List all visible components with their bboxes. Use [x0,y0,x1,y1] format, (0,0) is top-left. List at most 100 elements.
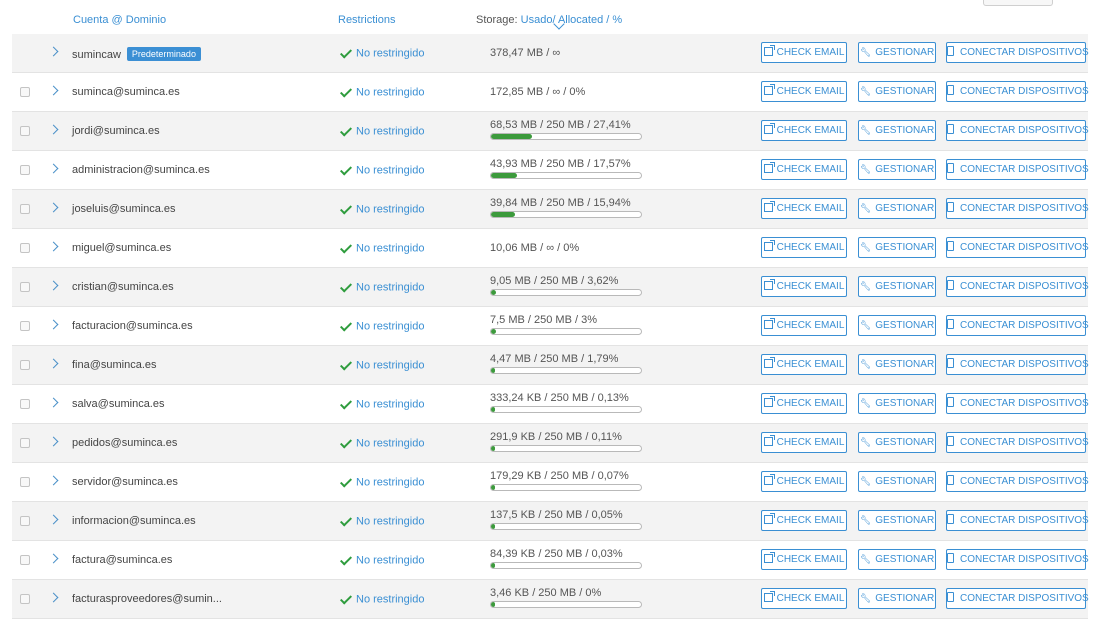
mobile-device-icon [947,397,954,407]
manage-button[interactable]: 🔧︎ GESTIONAR [858,510,936,531]
row-checkbox[interactable] [20,399,30,409]
check-email-button[interactable]: CHECK EMAIL [761,354,847,375]
expand-chevron-icon[interactable] [48,592,59,603]
manage-button[interactable]: 🔧︎ GESTIONAR [858,81,936,102]
manage-button[interactable]: 🔧︎ GESTIONAR [858,42,936,63]
check-email-label: CHECK EMAIL [776,593,845,604]
connect-devices-button[interactable]: CONECTAR DISPOSITIVOS [946,432,1089,453]
check-email-button[interactable]: CHECK EMAIL [761,42,847,63]
table-row: miguel@suminca.es No restringido 10,06 MB … [12,229,1089,268]
restriction-label: No restringido [356,398,425,411]
check-email-button[interactable]: CHECK EMAIL [761,393,847,414]
storage-value: 378,47 MB / ∞ [490,47,561,59]
manage-button[interactable]: 🔧︎ GESTIONAR [858,471,936,492]
table-row: cristian@suminca.es No restringido 9,05 MB… [12,268,1089,307]
row-checkbox[interactable] [20,165,30,175]
connect-devices-button[interactable]: CONECTAR DISPOSITIVOS [946,315,1089,336]
check-email-button[interactable]: CHECK EMAIL [761,81,847,102]
row-checkbox[interactable] [20,516,30,526]
accounts-table: sumincaw Predeterminado No restringido 378,… [12,34,1089,619]
check-email-button[interactable]: CHECK EMAIL [761,198,847,219]
connect-devices-button[interactable]: CONECTAR DISPOSITIVOS [946,237,1089,258]
storage-progress-bar [490,328,642,335]
expand-chevron-icon[interactable] [48,280,59,291]
manage-button[interactable]: 🔧︎ GESTIONAR [858,120,936,141]
row-checkbox[interactable] [20,438,30,448]
connect-devices-label: CONECTAR DISPOSITIVOS [960,476,1089,487]
table-row: informacion@suminca.es No restringido 137,… [12,502,1089,541]
connect-devices-button[interactable]: CONECTAR DISPOSITIVOS [946,159,1089,180]
table-row: joseluis@suminca.es No restringido 39,84 M… [12,190,1089,229]
check-email-button[interactable]: CHECK EMAIL [761,276,847,297]
wrench-icon: 🔧︎ [859,554,872,564]
expand-chevron-icon[interactable] [48,124,59,135]
connect-devices-button[interactable]: CONECTAR DISPOSITIVOS [946,354,1089,375]
wrench-icon: 🔧︎ [859,359,872,369]
restriction-label: No restringido [356,86,425,99]
expand-chevron-icon[interactable] [48,397,59,408]
manage-button[interactable]: 🔧︎ GESTIONAR [858,315,936,336]
row-checkbox[interactable] [20,87,30,97]
row-checkbox[interactable] [20,204,30,214]
row-checkbox[interactable] [20,594,30,604]
account-name: joseluis@suminca.es [72,203,176,215]
expand-chevron-icon[interactable] [48,553,59,564]
connect-devices-button[interactable]: CONECTAR DISPOSITIVOS [946,198,1089,219]
check-email-button[interactable]: CHECK EMAIL [761,315,847,336]
row-checkbox[interactable] [20,477,30,487]
connect-devices-button[interactable]: CONECTAR DISPOSITIVOS [946,588,1089,609]
manage-button[interactable]: 🔧︎ GESTIONAR [858,393,936,414]
check-email-button[interactable]: CHECK EMAIL [761,159,847,180]
account-address: facturasproveedores@sumin... [72,593,222,605]
manage-button[interactable]: 🔧︎ GESTIONAR [858,432,936,453]
table-row: facturasproveedores@sumin... No restringi… [12,580,1089,619]
manage-label: GESTIONAR [875,242,935,253]
connect-devices-button[interactable]: CONECTAR DISPOSITIVOS [946,42,1089,63]
expand-chevron-icon[interactable] [48,358,59,369]
row-checkbox[interactable] [20,126,30,136]
manage-button[interactable]: 🔧︎ GESTIONAR [858,159,936,180]
row-checkbox[interactable] [20,555,30,565]
check-email-button[interactable]: CHECK EMAIL [761,120,847,141]
connect-devices-button[interactable]: CONECTAR DISPOSITIVOS [946,471,1089,492]
check-email-button[interactable]: CHECK EMAIL [761,549,847,570]
connect-devices-button[interactable]: CONECTAR DISPOSITIVOS [946,393,1089,414]
connect-devices-button[interactable]: CONECTAR DISPOSITIVOS [946,120,1089,141]
storage-progress-bar [490,562,642,569]
manage-button[interactable]: 🔧︎ GESTIONAR [858,588,936,609]
expand-chevron-icon[interactable] [48,85,59,96]
expand-chevron-icon[interactable] [48,319,59,330]
manage-button[interactable]: 🔧︎ GESTIONAR [858,198,936,219]
check-email-button[interactable]: CHECK EMAIL [761,588,847,609]
connect-devices-button[interactable]: CONECTAR DISPOSITIVOS [946,276,1089,297]
sort-used-link[interactable]: Usado [521,14,553,26]
row-checkbox[interactable] [20,282,30,292]
row-checkbox[interactable] [20,243,30,253]
connect-devices-button[interactable]: CONECTAR DISPOSITIVOS [946,510,1089,531]
manage-button[interactable]: 🔧︎ GESTIONAR [858,354,936,375]
check-email-button[interactable]: CHECK EMAIL [761,432,847,453]
connect-devices-button[interactable]: CONECTAR DISPOSITIVOS [946,81,1089,102]
expand-chevron-icon[interactable] [48,241,59,252]
connect-devices-label: CONECTAR DISPOSITIVOS [960,593,1089,604]
expand-chevron-icon[interactable] [48,163,59,174]
expand-chevron-icon[interactable] [48,202,59,213]
expand-chevron-icon[interactable] [48,436,59,447]
row-checkbox[interactable] [20,360,30,370]
check-email-button[interactable]: CHECK EMAIL [761,471,847,492]
expand-chevron-icon[interactable] [48,475,59,486]
expand-chevron-icon[interactable] [48,514,59,525]
connect-devices-button[interactable]: CONECTAR DISPOSITIVOS [946,549,1089,570]
check-email-button[interactable]: CHECK EMAIL [761,510,847,531]
restrictions-column-header[interactable]: Restrictions [338,14,395,26]
manage-button[interactable]: 🔧︎ GESTIONAR [858,237,936,258]
check-email-button[interactable]: CHECK EMAIL [761,237,847,258]
storage-progress-fill [491,446,495,451]
account-column-header[interactable]: Cuenta @ Dominio [73,14,166,26]
top-corner-button[interactable] [983,0,1053,6]
storage-progress-bar [490,367,642,374]
manage-button[interactable]: 🔧︎ GESTIONAR [858,276,936,297]
expand-chevron-icon[interactable] [48,46,59,57]
manage-button[interactable]: 🔧︎ GESTIONAR [858,549,936,570]
row-checkbox[interactable] [20,321,30,331]
